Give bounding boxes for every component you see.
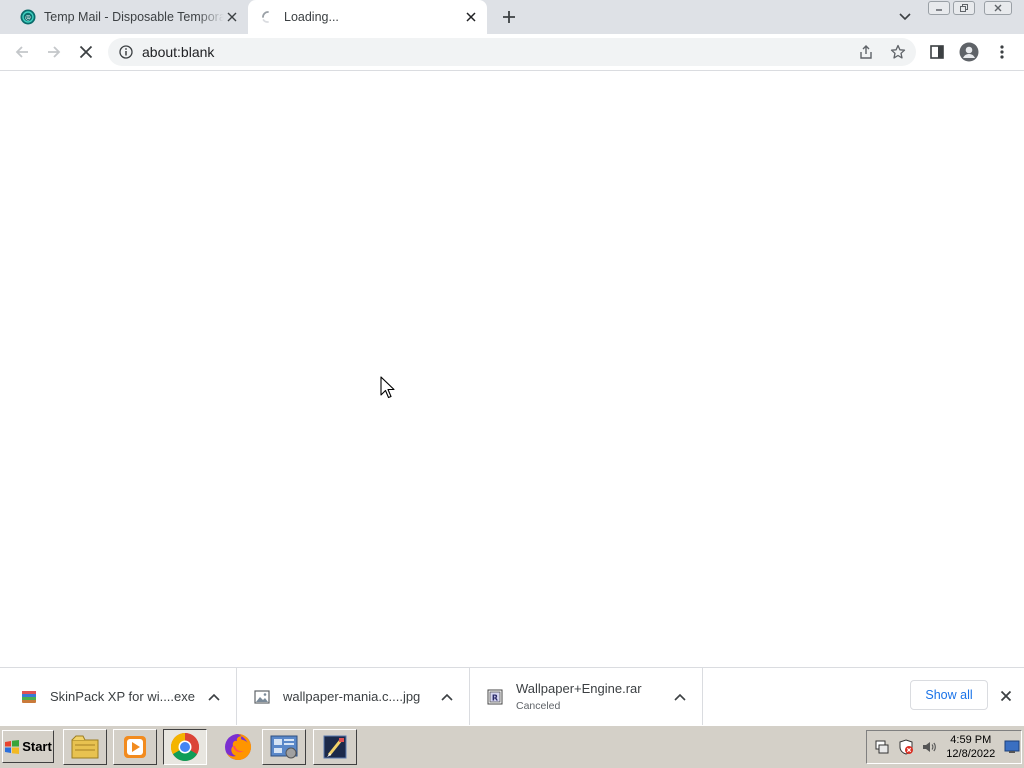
clock[interactable]: 4:59 PM 12/8/2022 — [946, 733, 995, 761]
address-bar[interactable]: about:blank — [108, 38, 916, 66]
taskbar-app-paint[interactable] — [313, 729, 357, 765]
taskbar-app-media-player[interactable] — [113, 729, 157, 765]
rar-archive-icon: R — [486, 688, 504, 706]
avatar-icon — [959, 42, 979, 62]
clock-time: 4:59 PM — [950, 734, 992, 746]
bookmark-button[interactable] — [883, 34, 913, 70]
close-tab-icon[interactable] — [463, 9, 479, 25]
paint-icon — [323, 735, 347, 759]
tab-title: Loading... — [284, 10, 339, 24]
media-player-icon — [124, 736, 146, 758]
new-tab-button[interactable] — [498, 6, 520, 28]
close-icon — [994, 4, 1002, 12]
tempmail-icon: @ — [20, 9, 36, 25]
side-panel-icon — [930, 45, 944, 59]
download-item[interactable]: R Wallpaper+Engine.rar Canceled — [470, 668, 703, 725]
site-info-icon[interactable] — [118, 44, 134, 60]
svg-text:R: R — [492, 693, 498, 702]
taskbar-app-control-panel[interactable] — [262, 729, 306, 765]
close-icon — [1000, 690, 1012, 702]
page-content[interactable] — [0, 71, 1024, 667]
taskbar-app-file-explorer[interactable] — [63, 729, 107, 765]
tab-temp-mail[interactable]: @ Temp Mail - Disposable Temporary Email — [8, 0, 248, 34]
profile-button[interactable] — [954, 34, 984, 70]
show-all-button[interactable]: Show all — [910, 680, 988, 710]
loading-spinner-icon — [260, 9, 276, 25]
close-window-button[interactable] — [984, 1, 1012, 15]
tab-title: Temp Mail - Disposable Temporary Email — [44, 10, 224, 24]
svg-text:@: @ — [25, 15, 31, 22]
chrome-icon — [171, 733, 199, 761]
taskbar-app-firefox[interactable] — [216, 729, 260, 765]
download-status: Canceled — [516, 700, 561, 712]
download-item[interactable]: wallpaper-mania.c....jpg — [237, 668, 470, 725]
chevron-up-icon[interactable] — [437, 687, 457, 707]
plus-icon — [503, 11, 515, 23]
tab-loading[interactable]: Loading... — [248, 0, 487, 34]
file-explorer-icon — [71, 735, 99, 759]
chevron-up-icon[interactable] — [204, 687, 224, 707]
windows-flag-icon — [5, 739, 20, 754]
network-icon[interactable] — [873, 738, 891, 756]
volume-icon[interactable] — [921, 738, 939, 756]
installer-icon — [20, 688, 38, 706]
download-filename: Wallpaper+Engine.rar — [516, 681, 642, 696]
menu-button[interactable] — [987, 34, 1017, 70]
tab-strip: @ Temp Mail - Disposable Temporary Email… — [0, 0, 1024, 34]
download-item[interactable]: SkinPack XP for wi....exe — [0, 668, 237, 725]
stop-button[interactable] — [71, 34, 101, 70]
security-alert-icon[interactable] — [897, 738, 915, 756]
url-text: about:blank — [142, 44, 215, 60]
taskbar: Start 4:59 PM 12/8/2022 — [0, 725, 1024, 768]
browser-toolbar: about:blank — [0, 34, 1024, 71]
taskbar-app-chrome[interactable] — [163, 729, 207, 765]
system-tray: 4:59 PM 12/8/2022 — [866, 730, 1022, 764]
minimize-icon — [936, 9, 942, 11]
star-icon — [890, 44, 906, 59]
forward-button[interactable] — [39, 34, 69, 70]
start-label: Start — [22, 739, 52, 754]
close-shelf-button[interactable] — [996, 686, 1016, 706]
close-tab-icon[interactable] — [224, 9, 240, 25]
firefox-icon — [225, 733, 252, 760]
download-filename: wallpaper-mania.c....jpg — [283, 689, 421, 704]
start-button[interactable]: Start — [2, 730, 54, 763]
share-button[interactable] — [851, 34, 881, 70]
clock-date: 12/8/2022 — [946, 748, 996, 760]
restore-icon — [960, 4, 968, 12]
tab-search-button[interactable] — [894, 8, 916, 26]
image-file-icon — [253, 688, 271, 706]
minimize-button[interactable] — [928, 1, 950, 15]
mouse-cursor-icon — [380, 376, 396, 403]
share-icon — [860, 45, 872, 59]
forward-arrow-icon — [48, 46, 61, 58]
chevron-up-icon[interactable] — [670, 687, 690, 707]
stop-icon — [79, 45, 93, 59]
back-arrow-icon — [15, 46, 28, 58]
chevron-down-icon — [899, 13, 911, 21]
back-button[interactable] — [7, 34, 37, 70]
restore-button[interactable] — [953, 1, 975, 15]
download-filename: SkinPack XP for wi....exe — [50, 689, 195, 704]
show-desktop-icon[interactable] — [1003, 738, 1021, 756]
download-shelf: SkinPack XP for wi....exe wallpaper-mani… — [0, 667, 1024, 725]
control-panel-icon — [270, 735, 298, 759]
kebab-menu-icon — [1000, 45, 1004, 59]
side-panel-button[interactable] — [922, 34, 952, 70]
